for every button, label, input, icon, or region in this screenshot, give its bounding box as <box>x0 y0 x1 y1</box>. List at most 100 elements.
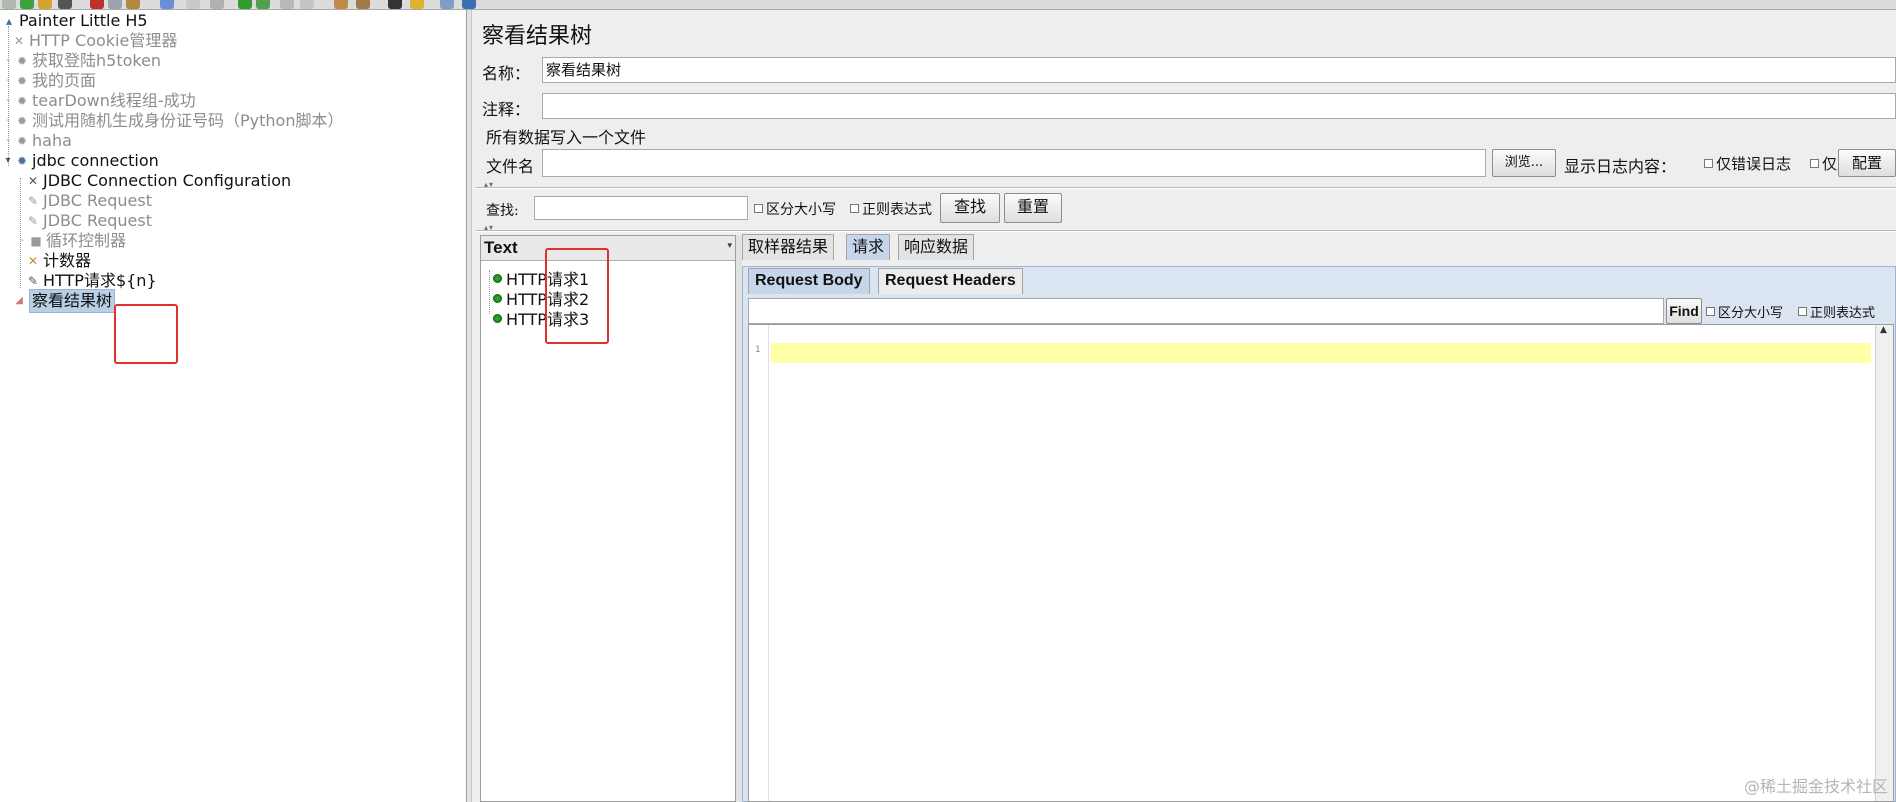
body-case-sensitive-checkbox[interactable]: 区分大小写 <box>1706 302 1783 321</box>
test-plan-tree: ▴ Painter Little H5 ✕ HTTP Cookie管理器 - ✹… <box>0 10 466 802</box>
collapse-toggle-icon[interactable]: ▾ <box>4 150 12 172</box>
paste-icon[interactable] <box>126 0 140 9</box>
tree-item-haha[interactable]: - ✹ haha <box>4 130 72 152</box>
template-icon[interactable] <box>20 0 34 9</box>
tab-request-body[interactable]: Request Body <box>748 268 870 294</box>
scroll-up-icon[interactable]: ▲ <box>1880 325 1887 335</box>
tree-item-jdbc-config[interactable]: ✕ JDBC Connection Configuration <box>26 170 291 192</box>
tree-item-label: 我的页面 <box>32 71 97 90</box>
tree-item-jdbc-request-1[interactable]: ✎ JDBC Request <box>26 190 152 212</box>
filename-field[interactable] <box>542 149 1486 177</box>
tree-item-label: HTTP Cookie管理器 <box>29 31 178 50</box>
gear-icon: ✹ <box>16 74 28 88</box>
checkbox-box[interactable] <box>1704 159 1713 168</box>
open-icon[interactable] <box>38 0 52 9</box>
cut-icon[interactable] <box>90 0 104 9</box>
filename-label: 文件名 <box>486 157 535 176</box>
tree-item-teardown[interactable]: - ✹ tearDown线程组-成功 <box>4 90 196 112</box>
annotation-box <box>545 248 609 344</box>
expand-toggle-icon[interactable]: - <box>4 90 12 112</box>
line-number-gutter: 1 <box>749 325 769 801</box>
collapse-arrows-icon[interactable]: ▴▾ <box>484 223 494 232</box>
tree-item-view-results-tree[interactable]: ◢ 察看结果树 <box>12 289 116 313</box>
case-sensitive-label: 区分大小写 <box>766 202 836 218</box>
gear-icon: ✹ <box>16 114 28 128</box>
stop-icon[interactable] <box>280 0 294 9</box>
tree-item-jdbc-request-2[interactable]: ✎ JDBC Request <box>26 210 152 232</box>
tab-request-headers[interactable]: Request Headers <box>878 268 1023 294</box>
save-icon[interactable] <box>58 0 72 9</box>
clear-icon[interactable] <box>334 0 348 9</box>
expand-toggle-icon[interactable]: - <box>18 230 26 252</box>
tree-item-label: 察看结果树 <box>29 289 116 313</box>
tree-item-counter[interactable]: ✕ 计数器 <box>26 250 91 272</box>
tree-item-cookie-manager[interactable]: ✕ HTTP Cookie管理器 <box>12 30 177 52</box>
body-regex-label: 正则表达式 <box>1810 306 1876 321</box>
case-sensitive-checkbox[interactable]: 区分大小写 <box>754 199 836 219</box>
collapse-arrows-icon[interactable]: ▴▾ <box>484 180 494 189</box>
expand-toggle-icon[interactable]: - <box>4 70 12 92</box>
toggle-icon[interactable] <box>210 0 224 9</box>
expand-icon[interactable] <box>160 0 174 9</box>
search-label: 查找: <box>486 203 519 219</box>
copy-icon[interactable] <box>108 0 122 9</box>
help-icon[interactable] <box>462 0 476 9</box>
collapse-icon[interactable] <box>186 0 200 9</box>
name-field[interactable]: 察看结果树 <box>542 57 1896 83</box>
tab-request[interactable]: 请求 <box>846 234 891 260</box>
checkbox-box[interactable] <box>850 204 859 213</box>
view-results-tree-panel: 察看结果树 名称： 察看结果树 注释： 所有数据写入一个文件 文件名 浏览...… <box>472 10 1896 802</box>
tree-item-my-page[interactable]: - ✹ 我的页面 <box>4 70 96 92</box>
regex-label: 正则表达式 <box>862 202 932 218</box>
shutdown-icon[interactable] <box>300 0 314 9</box>
reset-search-icon[interactable] <box>410 0 424 9</box>
comment-label: 注释： <box>482 100 531 119</box>
cross-tool-icon: ✕ <box>27 174 39 188</box>
test-plan-icon: ▴ <box>5 14 13 28</box>
success-icon <box>493 293 502 303</box>
regex-checkbox[interactable]: 正则表达式 <box>850 199 932 219</box>
tree-item-label: tearDown线程组-成功 <box>32 91 196 110</box>
body-regex-checkbox[interactable]: 正则表达式 <box>1798 302 1875 321</box>
find-button[interactable]: 查找 <box>940 193 1000 223</box>
checkbox-box[interactable] <box>1706 307 1715 316</box>
vertical-scrollbar[interactable]: ▲ <box>1875 325 1893 801</box>
tree-item-jdbc-connection[interactable]: ▾ ✹ jdbc connection <box>4 150 158 172</box>
clear-all-icon[interactable] <box>356 0 370 9</box>
tree-item-python-script[interactable]: - ✹ 测试用随机生成身份证号码（Python脚本） <box>4 110 343 132</box>
search-icon[interactable] <box>388 0 402 9</box>
tree-item-label: haha <box>32 131 72 150</box>
body-search-input[interactable] <box>748 298 1664 324</box>
start-no-pause-icon[interactable] <box>256 0 270 9</box>
tree-connector <box>489 270 490 314</box>
expand-toggle-icon[interactable]: - <box>4 110 12 132</box>
errors-only-checkbox[interactable]: 仅错误日志 <box>1704 153 1791 174</box>
comment-field[interactable] <box>542 93 1896 119</box>
function-helper-icon[interactable] <box>440 0 454 9</box>
request-body-editor[interactable]: 1 ▲ <box>748 324 1894 802</box>
reset-button[interactable]: 重置 <box>1004 193 1062 223</box>
checkbox-box[interactable] <box>754 204 763 213</box>
body-find-button[interactable]: Find <box>1666 298 1702 324</box>
line-number: 1 <box>755 345 761 355</box>
expand-toggle-icon[interactable]: - <box>4 130 12 152</box>
chevron-down-icon[interactable]: ▾ <box>727 241 732 251</box>
search-input[interactable] <box>534 196 748 220</box>
tree-root-label: Painter Little H5 <box>19 11 148 30</box>
tab-sampler-result[interactable]: 取样器结果 <box>742 234 835 260</box>
start-icon[interactable] <box>238 0 252 9</box>
success-icon <box>493 313 502 323</box>
tree-root[interactable]: ▴ Painter Little H5 <box>2 10 148 32</box>
tab-response-data[interactable]: 响应数据 <box>898 234 975 260</box>
divider <box>476 187 1896 189</box>
current-line-highlight <box>771 343 1871 363</box>
expand-toggle-icon[interactable]: - <box>4 50 12 72</box>
tree-item-get-token[interactable]: - ✹ 获取登陆h5token <box>4 50 161 72</box>
checkbox-box[interactable] <box>1798 307 1807 316</box>
browse-button[interactable]: 浏览... <box>1492 149 1556 177</box>
tree-item-loop-controller[interactable]: - ■ 循环控制器 <box>18 230 126 252</box>
new-icon[interactable] <box>2 0 16 9</box>
checkbox-box[interactable] <box>1810 159 1819 168</box>
gear-icon: ✹ <box>16 54 28 68</box>
configure-button[interactable]: 配置 <box>1838 149 1896 177</box>
